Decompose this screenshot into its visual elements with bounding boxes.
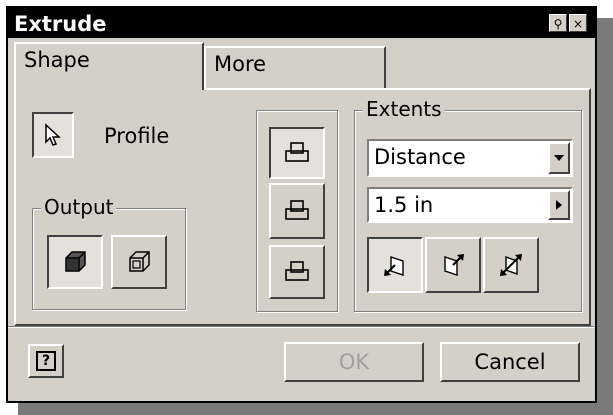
ok-label: OK <box>338 350 370 374</box>
help-icon: ? <box>36 351 56 371</box>
output-surface-button[interactable] <box>111 235 167 289</box>
help-button[interactable]: ? <box>28 344 64 378</box>
tab-shape[interactable]: Shape <box>14 42 204 90</box>
extents-legend: Extents <box>363 97 445 121</box>
cancel-label: Cancel <box>474 350 546 374</box>
symmetric-button[interactable] <box>483 237 539 293</box>
operation-cut-button[interactable] <box>269 183 325 239</box>
tab-more[interactable]: More <box>204 46 386 88</box>
ok-button[interactable]: OK <box>284 342 424 382</box>
output-solid-button[interactable] <box>47 235 103 289</box>
extents-group: Extents Distance 1.5 in <box>354 97 582 312</box>
join-icon <box>285 142 309 162</box>
extents-type-dropdown-button[interactable] <box>548 142 570 174</box>
close-icon[interactable]: × <box>569 14 587 32</box>
cut-icon <box>285 200 309 220</box>
chevron-down-icon <box>554 155 564 161</box>
extrude-dialog: Extrude ⚲ × Shape More Profile Output Ex… <box>6 6 597 403</box>
window-title: Extrude <box>14 12 107 36</box>
operation-group <box>256 110 338 312</box>
direction-two-button[interactable] <box>425 237 481 293</box>
footer-divider <box>8 326 595 328</box>
profile-label: Profile <box>104 124 170 148</box>
surface-box-icon <box>129 251 150 272</box>
output-group: Output <box>32 195 186 310</box>
symmetric-icon <box>500 254 522 276</box>
chevron-right-icon <box>556 200 562 210</box>
distance-flyout-button[interactable] <box>548 190 570 220</box>
intersect-icon <box>285 261 309 281</box>
solid-box-icon <box>65 251 86 272</box>
tab-more-label: More <box>214 52 267 76</box>
output-legend: Output <box>41 195 117 219</box>
direction-two-icon <box>444 254 464 276</box>
extents-type-select[interactable]: Distance <box>367 139 573 177</box>
operation-join-button[interactable] <box>269 127 325 179</box>
shape-tab-panel: Profile Output Extents Distance 1.5 in <box>14 88 591 326</box>
cursor-arrow-icon <box>45 123 61 146</box>
distance-value: 1.5 in <box>374 193 434 217</box>
direction-one-button[interactable] <box>367 237 423 293</box>
tab-shape-label: Shape <box>24 48 90 72</box>
direction-one-icon <box>384 256 404 276</box>
distance-input[interactable]: 1.5 in <box>367 187 573 223</box>
pin-icon[interactable]: ⚲ <box>549 14 567 32</box>
profile-select-button[interactable] <box>32 112 74 158</box>
extents-type-value: Distance <box>374 145 466 169</box>
cancel-button[interactable]: Cancel <box>440 342 580 382</box>
operation-intersect-button[interactable] <box>269 245 325 299</box>
title-bar[interactable]: Extrude ⚲ × <box>8 8 595 38</box>
